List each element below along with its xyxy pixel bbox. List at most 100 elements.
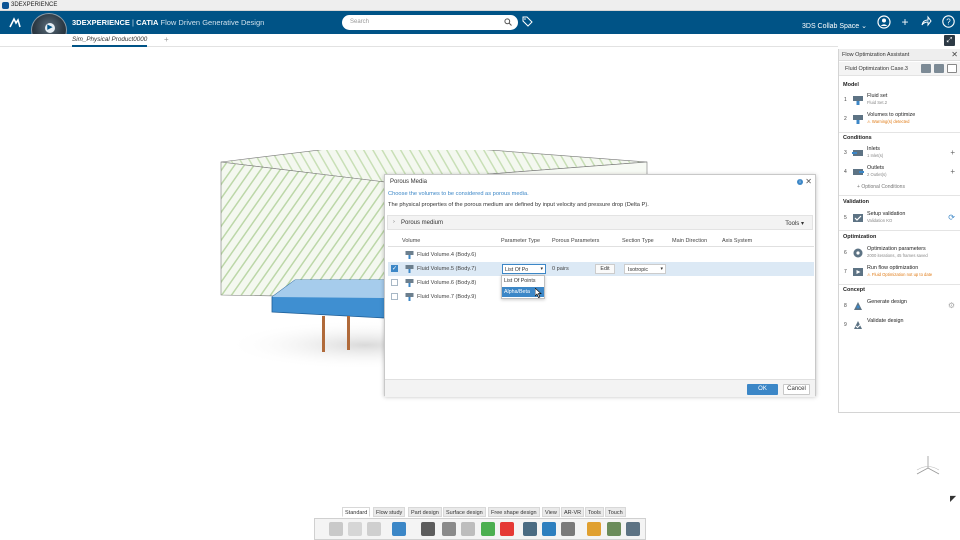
- parameter-type-select[interactable]: List Of Po ▾: [502, 264, 546, 274]
- optional-conditions-link[interactable]: + Optional Conditions: [857, 184, 905, 190]
- volume-icon: [405, 251, 414, 259]
- case-action-2-icon[interactable]: [934, 64, 944, 73]
- volume-icon: [405, 265, 414, 273]
- cancel-button[interactable]: Cancel: [783, 384, 810, 395]
- tab-standard[interactable]: Standard: [342, 507, 371, 517]
- add-inlet-icon[interactable]: +: [950, 148, 955, 157]
- flow-tool-icon[interactable]: [523, 522, 537, 536]
- step-setup-validation[interactable]: 5 Setup validation Validation KO ⟳: [839, 210, 960, 228]
- tab-touch[interactable]: Touch: [605, 507, 626, 517]
- table-row[interactable]: Fluid Volume.4 (Body.6): [388, 248, 814, 262]
- dialog-close-icon[interactable]: ✕: [805, 177, 812, 186]
- generate-design-icon: [854, 302, 862, 310]
- col-volume: Volume: [402, 238, 421, 244]
- ok-button[interactable]: OK: [747, 384, 778, 395]
- step-status: 1 Inlet(s): [867, 153, 884, 158]
- play-icon[interactable]: ▶: [45, 23, 55, 33]
- check-icon[interactable]: [500, 522, 514, 536]
- brand-name: 3DEXPERIENCE: [72, 18, 130, 27]
- divider: [839, 230, 960, 231]
- step-run-flow-optimization[interactable]: 7 Run flow optimization ⚠ Fluid Optimiza…: [839, 264, 960, 282]
- render-icon[interactable]: [561, 522, 575, 536]
- axis-triad-icon[interactable]: [914, 452, 942, 476]
- copy-icon[interactable]: [348, 522, 362, 536]
- document-tabbar: Sim_Physical Product0000 +: [0, 34, 838, 47]
- run-optimization-icon: [853, 268, 863, 276]
- tab-view[interactable]: View: [542, 507, 560, 517]
- step-volumes-to-optimize[interactable]: 2 Volumes to optimize ⚠ Warning(s) detec…: [839, 111, 960, 129]
- porous-medium-section[interactable]: › Porous medium Tools ▾: [387, 215, 813, 230]
- chevron-down-icon: ▾: [660, 266, 663, 272]
- search-icon[interactable]: [504, 18, 512, 26]
- table-row-selected[interactable]: ✓ Fluid Volume.5 (Body.7) List Of Po ▾ 0 …: [388, 262, 814, 276]
- expand-icon[interactable]: ⤢: [944, 35, 955, 46]
- step-number: 7: [844, 269, 847, 275]
- dialog-description: The physical properties of the porous me…: [388, 202, 649, 208]
- step-validate-design[interactable]: 9 Validate design: [839, 317, 960, 335]
- tab-document[interactable]: Sim_Physical Product0000: [72, 36, 148, 47]
- cut-icon[interactable]: [329, 522, 343, 536]
- measure-icon[interactable]: [442, 522, 456, 536]
- validation-icon: [853, 214, 863, 222]
- case-grid-icon[interactable]: [947, 64, 957, 73]
- new-tab-button[interactable]: +: [164, 35, 169, 44]
- refresh-icon[interactable]: ⟳: [948, 213, 955, 222]
- step-label: Setup validation: [867, 211, 906, 217]
- step-optimization-parameters[interactable]: 6 Optimization parameters 2000 iteration…: [839, 245, 960, 263]
- row-checkbox[interactable]: [391, 293, 398, 300]
- option-list-of-points[interactable]: List Of Points: [502, 276, 544, 286]
- tab-free-shape-design[interactable]: Free shape design: [488, 507, 540, 517]
- svg-text:?: ?: [946, 17, 951, 26]
- collab-space-selector[interactable]: 3DS Collab Space ⌄: [802, 22, 867, 30]
- tab-tools[interactable]: Tools: [585, 507, 604, 517]
- display-icon[interactable]: [587, 522, 601, 536]
- row-checkbox[interactable]: [391, 279, 398, 286]
- undo-icon[interactable]: [392, 522, 406, 536]
- step-inlets[interactable]: 3 Inlets 1 Inlet(s) +: [839, 145, 960, 163]
- tab-ar-vr[interactable]: AR-VR: [561, 507, 585, 517]
- user-icon[interactable]: [876, 15, 892, 32]
- ds-logo-icon[interactable]: [8, 16, 22, 30]
- step-generate-design[interactable]: 8 Generate design ⚙: [839, 298, 960, 316]
- step-number: 9: [844, 322, 847, 328]
- material-icon[interactable]: [481, 522, 495, 536]
- resize-arrow-icon[interactable]: ◤: [950, 494, 956, 503]
- case-action-1-icon[interactable]: [921, 64, 931, 73]
- add-icon[interactable]: +: [897, 15, 913, 29]
- row-checkbox[interactable]: ✓: [391, 265, 398, 272]
- step-fluid-set[interactable]: 1 Fluid set Fluid Set.2: [839, 92, 960, 110]
- case-selector[interactable]: Fluid Optimization Case.3: [839, 62, 960, 76]
- step-label: Fluid set: [867, 93, 888, 99]
- grid-icon[interactable]: [626, 522, 640, 536]
- panel-close-icon[interactable]: ✕: [951, 50, 958, 59]
- table-row[interactable]: Fluid Volume.7 (Body.9): [388, 290, 814, 304]
- settings-icon[interactable]: ⚙: [948, 301, 955, 310]
- help-icon[interactable]: ?: [940, 15, 956, 31]
- volumes-icon: [853, 115, 863, 124]
- fit-all-icon[interactable]: [421, 522, 435, 536]
- add-outlet-icon[interactable]: +: [950, 167, 955, 176]
- sweep-icon[interactable]: [461, 522, 475, 536]
- share-icon[interactable]: [918, 15, 934, 30]
- col-section-type: Section Type: [622, 238, 654, 244]
- chevron-right-icon[interactable]: ›: [393, 219, 395, 225]
- tools-menu[interactable]: Tools ▾: [785, 220, 804, 227]
- step-status: Validation KO: [867, 218, 893, 223]
- tab-part-design[interactable]: Part design: [408, 507, 442, 517]
- tab-flow-study[interactable]: Flow study: [373, 507, 406, 517]
- section-type-select[interactable]: Isotropic ▾: [624, 264, 666, 274]
- step-outlets[interactable]: 4 Outlets 2 Outlet(s) +: [839, 164, 960, 182]
- info-icon[interactable]: i: [797, 179, 803, 185]
- search-box[interactable]: Search: [342, 15, 518, 30]
- table-row[interactable]: Fluid Volume.6 (Body.8): [388, 276, 814, 290]
- pipe-icon[interactable]: [542, 522, 556, 536]
- dialog-title: Porous Media: [390, 179, 428, 185]
- col-axis-system: Axis System: [722, 238, 753, 244]
- edit-button[interactable]: Edit: [595, 264, 615, 274]
- section-icon[interactable]: [607, 522, 621, 536]
- paste-icon[interactable]: [367, 522, 381, 536]
- section-type-value: Isotropic: [628, 267, 649, 273]
- panel-title: Flow Optimization Assistant: [842, 52, 910, 58]
- tab-surface-design[interactable]: Surface design: [443, 507, 486, 517]
- tag-icon[interactable]: [522, 16, 533, 30]
